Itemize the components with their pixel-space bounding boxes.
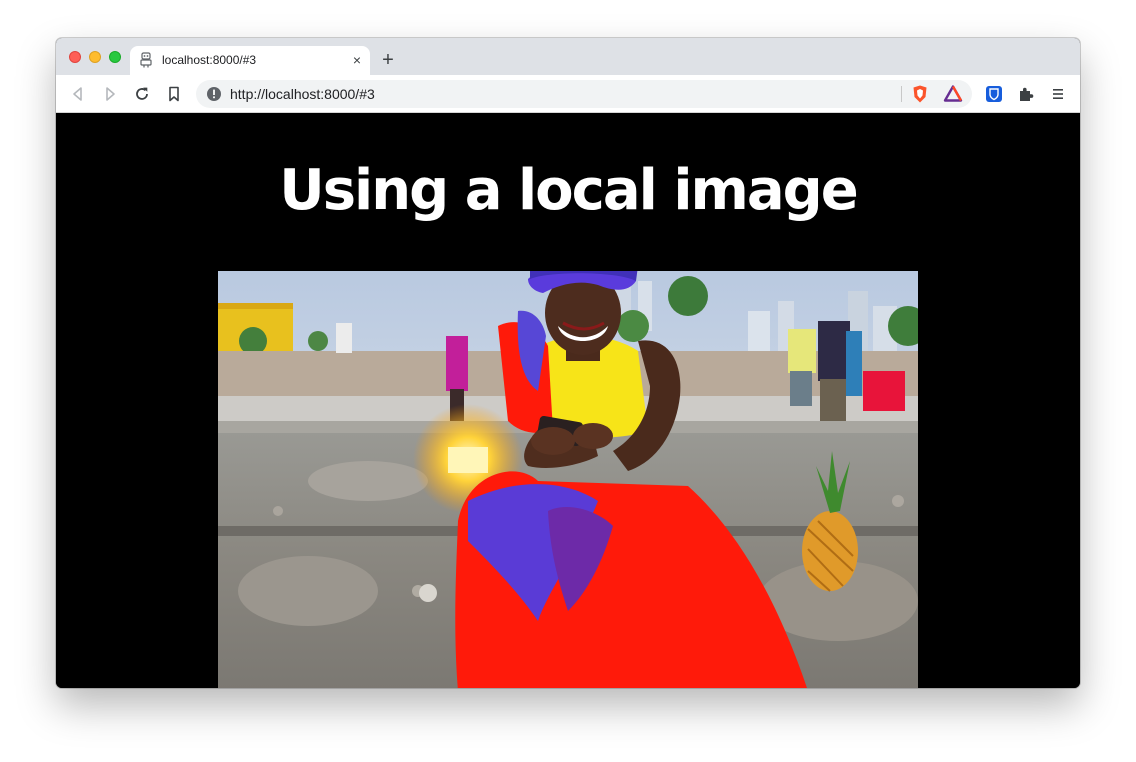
menu-icon[interactable]: [1048, 84, 1068, 104]
address-bar[interactable]: http://localhost:8000/#3: [196, 80, 972, 108]
new-tab-button[interactable]: +: [378, 50, 398, 70]
browser-window: localhost:8000/#3 × + http://localhost:8…: [56, 38, 1080, 688]
window-close-button[interactable]: [69, 51, 81, 63]
robot-favicon-icon: [140, 52, 152, 68]
window-maximize-button[interactable]: [109, 51, 121, 63]
page-title: Using a local image: [279, 158, 858, 223]
tab-strip: localhost:8000/#3 × +: [56, 38, 1080, 75]
bitwarden-icon[interactable]: [984, 84, 1004, 104]
tab-close-icon[interactable]: ×: [350, 53, 364, 67]
forward-icon[interactable]: [100, 84, 120, 104]
window-minimize-button[interactable]: [89, 51, 101, 63]
omnibox-divider: [901, 86, 902, 102]
extensions-puzzle-icon[interactable]: [1016, 84, 1036, 104]
url-text[interactable]: http://localhost:8000/#3: [230, 86, 375, 102]
bookmark-icon[interactable]: [164, 84, 184, 104]
toolbar: http://localhost:8000/#3: [56, 75, 1080, 113]
page-content: Using a local image: [56, 113, 1080, 688]
brave-shields-icon[interactable]: [910, 84, 930, 104]
back-icon[interactable]: [68, 84, 88, 104]
tab-active[interactable]: localhost:8000/#3 ×: [130, 46, 370, 75]
tab-title: localhost:8000/#3: [162, 53, 257, 67]
woman-in-colorful-dress-photo: [218, 271, 918, 688]
info-icon[interactable]: [206, 86, 222, 102]
brave-rewards-icon[interactable]: [943, 84, 963, 104]
reload-icon[interactable]: [132, 84, 152, 104]
